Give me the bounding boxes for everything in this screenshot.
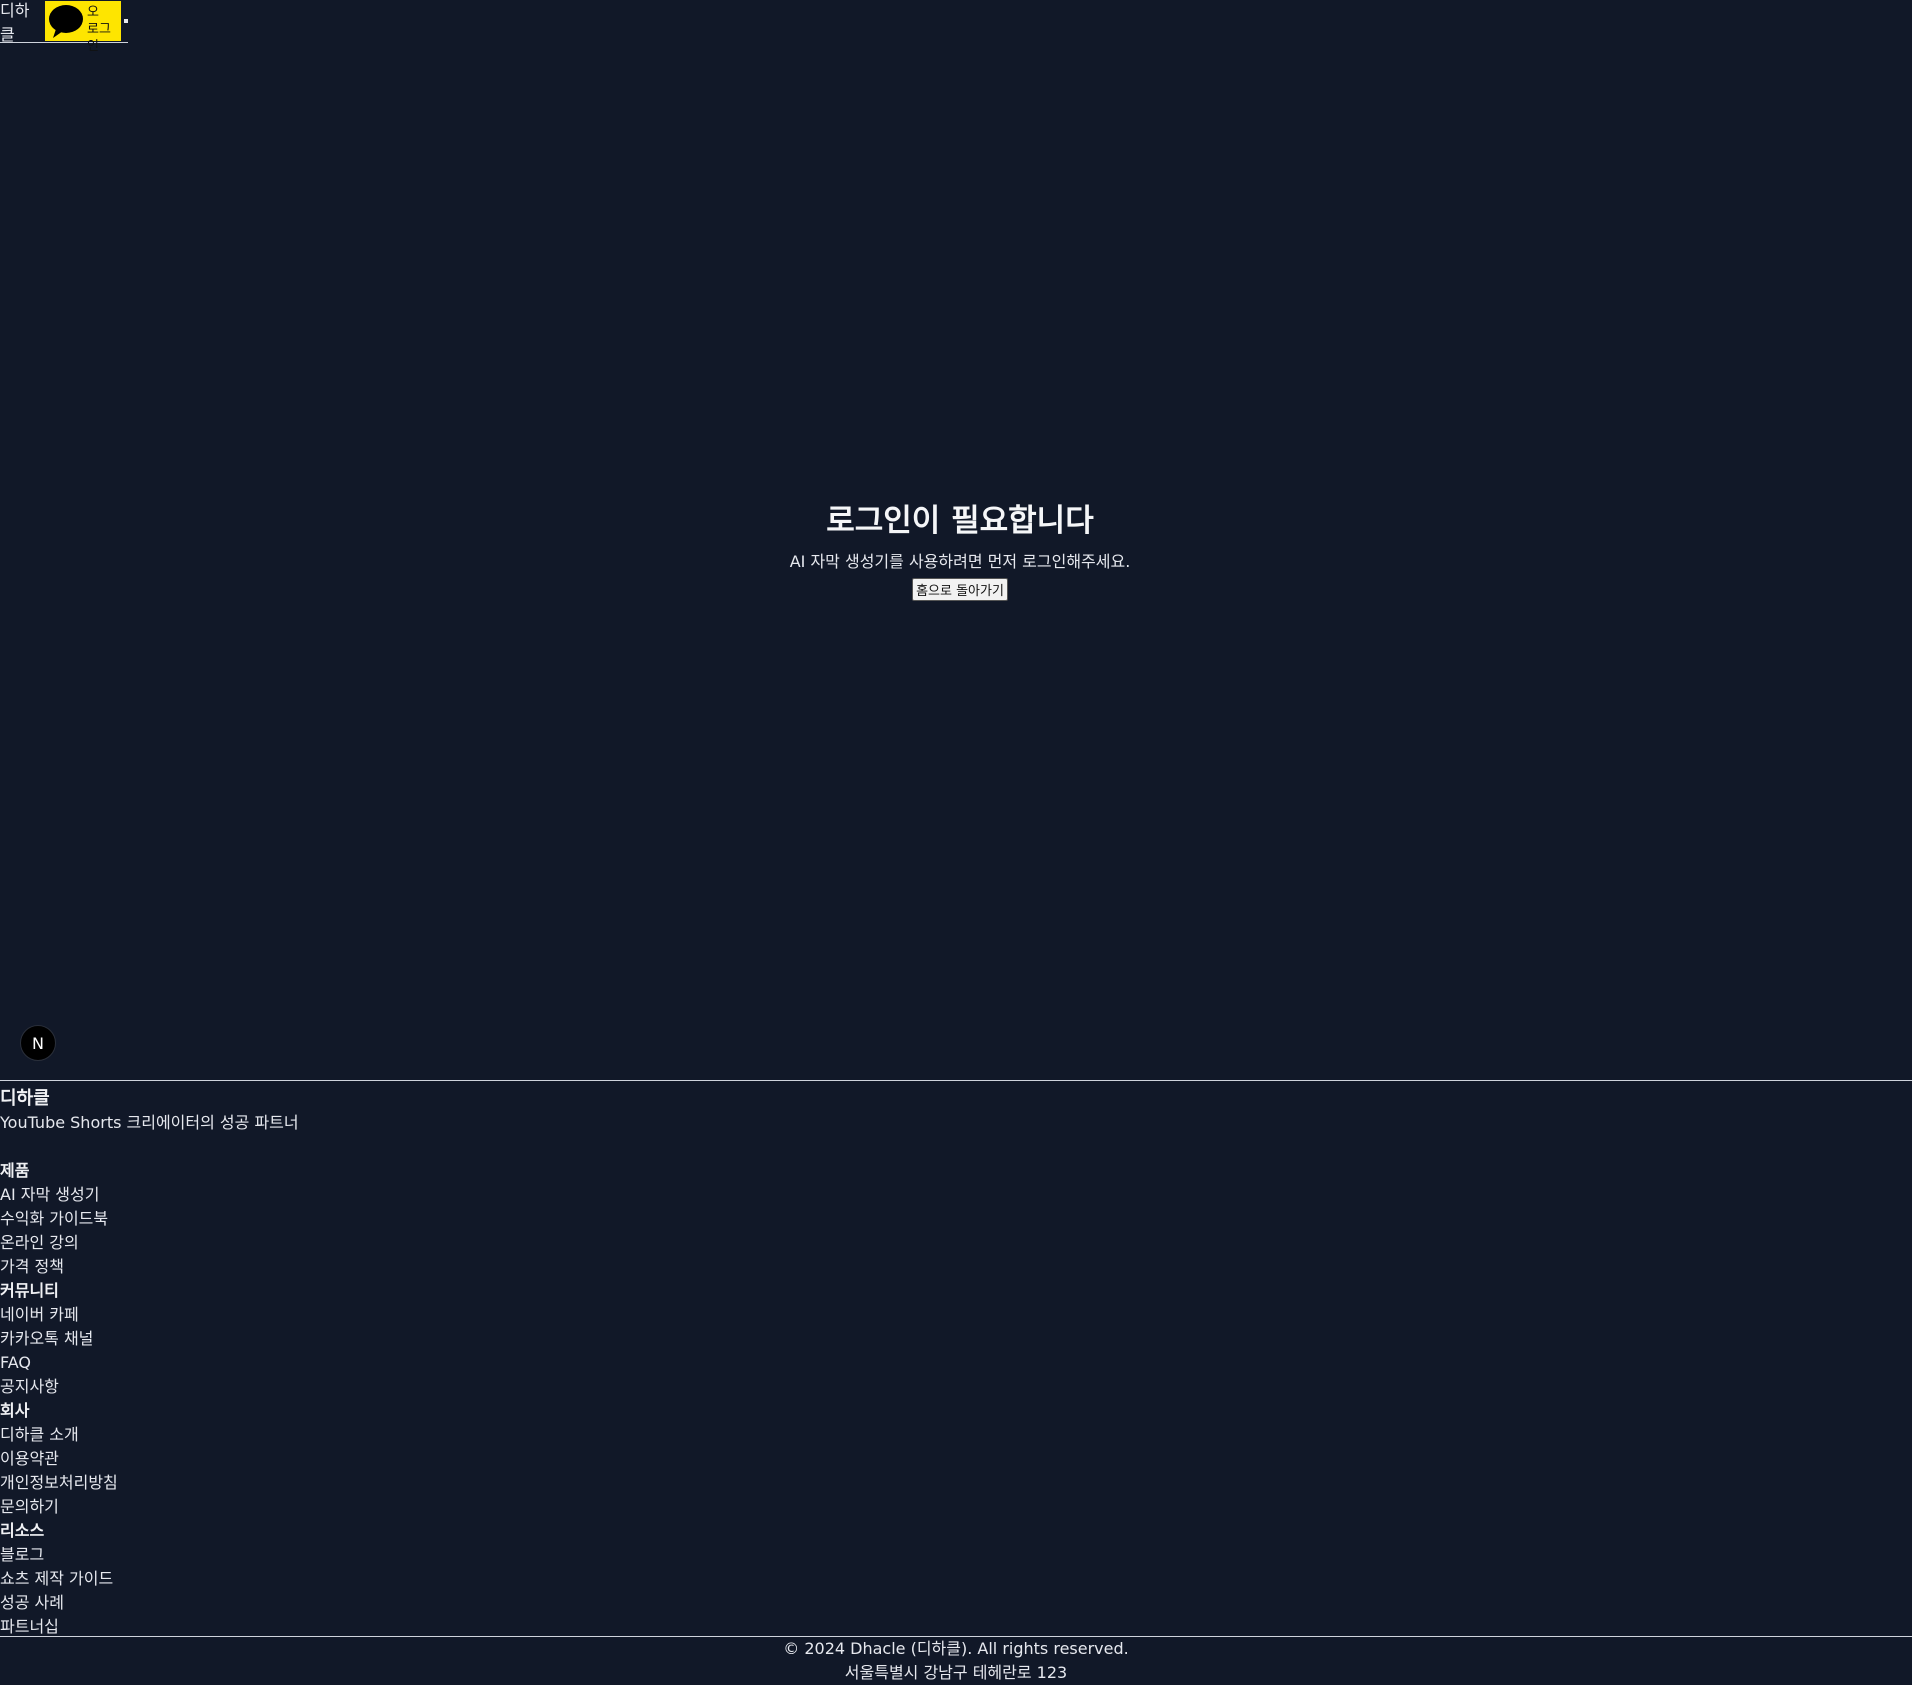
footer-link[interactable]: 네이버 카페 [0,1303,1912,1327]
footer-sections: 제품 AI 자막 생성기 수익화 가이드북 온라인 강의 가격 정책 커뮤니티 … [0,1159,1912,1639]
footer-link[interactable]: 수익화 가이드북 [0,1207,1912,1231]
page-title: 로그인이 필요합니다 [826,503,1094,539]
kakao-login-button[interactable]: 카카오 로그인 [45,0,122,54]
brand-logo[interactable]: 디하클 [0,0,43,45]
login-required-panel: 로그인이 필요합니다 AI 자막 생성기를 사용하려면 먼저 로그인해주세요. … [0,495,1912,601]
footer-link[interactable]: 문의하기 [0,1495,1912,1519]
footer-link[interactable]: AI 자막 생성기 [0,1183,1912,1207]
footer-bottom: © 2024 Dhacle (디하클). All rights reserved… [0,1636,1912,1685]
footer-link[interactable]: 쇼츠 제작 가이드 [0,1567,1912,1591]
home-button[interactable]: 홈으로 돌아가기 [912,578,1008,601]
footer-link[interactable]: 블로그 [0,1543,1912,1567]
kakao-login-label-line2: 로그인 [87,22,111,54]
footer-link[interactable]: 온라인 강의 [0,1231,1912,1255]
n-logo-letter: N [32,1033,44,1053]
footer-tagline: YouTube Shorts 크리에이터의 성공 파트너 [0,1113,299,1132]
footer-brand: 디하클 [0,1088,50,1109]
footer-link[interactable]: 이용약관 [0,1447,1912,1471]
footer-link[interactable]: 디하클 소개 [0,1423,1912,1447]
site-footer: 디하클 YouTube Shorts 크리에이터의 성공 파트너 제품 AI 자… [0,1080,1912,1639]
footer-section-resources: 리소스 블로그 쇼츠 제작 가이드 성공 사례 파트너십 [0,1519,1912,1639]
site-header: 디하클 카카오 로그인 [0,0,128,54]
footer-section-title: 커뮤니티 [0,1281,59,1300]
footer-section-title: 회사 [0,1401,30,1420]
footer-section-title: 리소스 [0,1521,45,1540]
footer-link[interactable]: 공지사항 [0,1375,1912,1399]
footer-section-community: 커뮤니티 네이버 카페 카카오톡 채널 FAQ 공지사항 [0,1279,1912,1399]
n-logo-badge[interactable]: N [20,1025,56,1061]
speech-bubble-icon [47,2,85,40]
header-dot [124,19,128,23]
footer-section-title: 제품 [0,1161,30,1180]
kakao-login-label: 카카오 로그인 [87,0,119,55]
footer-link[interactable]: 성공 사례 [0,1591,1912,1615]
footer-section-company: 회사 디하클 소개 이용약관 개인정보처리방침 문의하기 [0,1399,1912,1519]
page-subtitle: AI 자막 생성기를 사용하려면 먼저 로그인해주세요. [789,552,1131,571]
footer-link[interactable]: 카카오톡 채널 [0,1327,1912,1351]
footer-section-product: 제품 AI 자막 생성기 수익화 가이드북 온라인 강의 가격 정책 [0,1159,1912,1279]
kakao-login-label-line1: 카카오 [87,0,111,20]
copyright-text: © 2024 Dhacle (디하클). All rights reserved… [783,1639,1129,1658]
footer-link[interactable]: 가격 정책 [0,1255,1912,1279]
footer-link[interactable]: FAQ [0,1351,1912,1375]
address-text: 서울특별시 강남구 테헤란로 123 [844,1663,1068,1682]
footer-link[interactable]: 개인정보처리방침 [0,1471,1912,1495]
